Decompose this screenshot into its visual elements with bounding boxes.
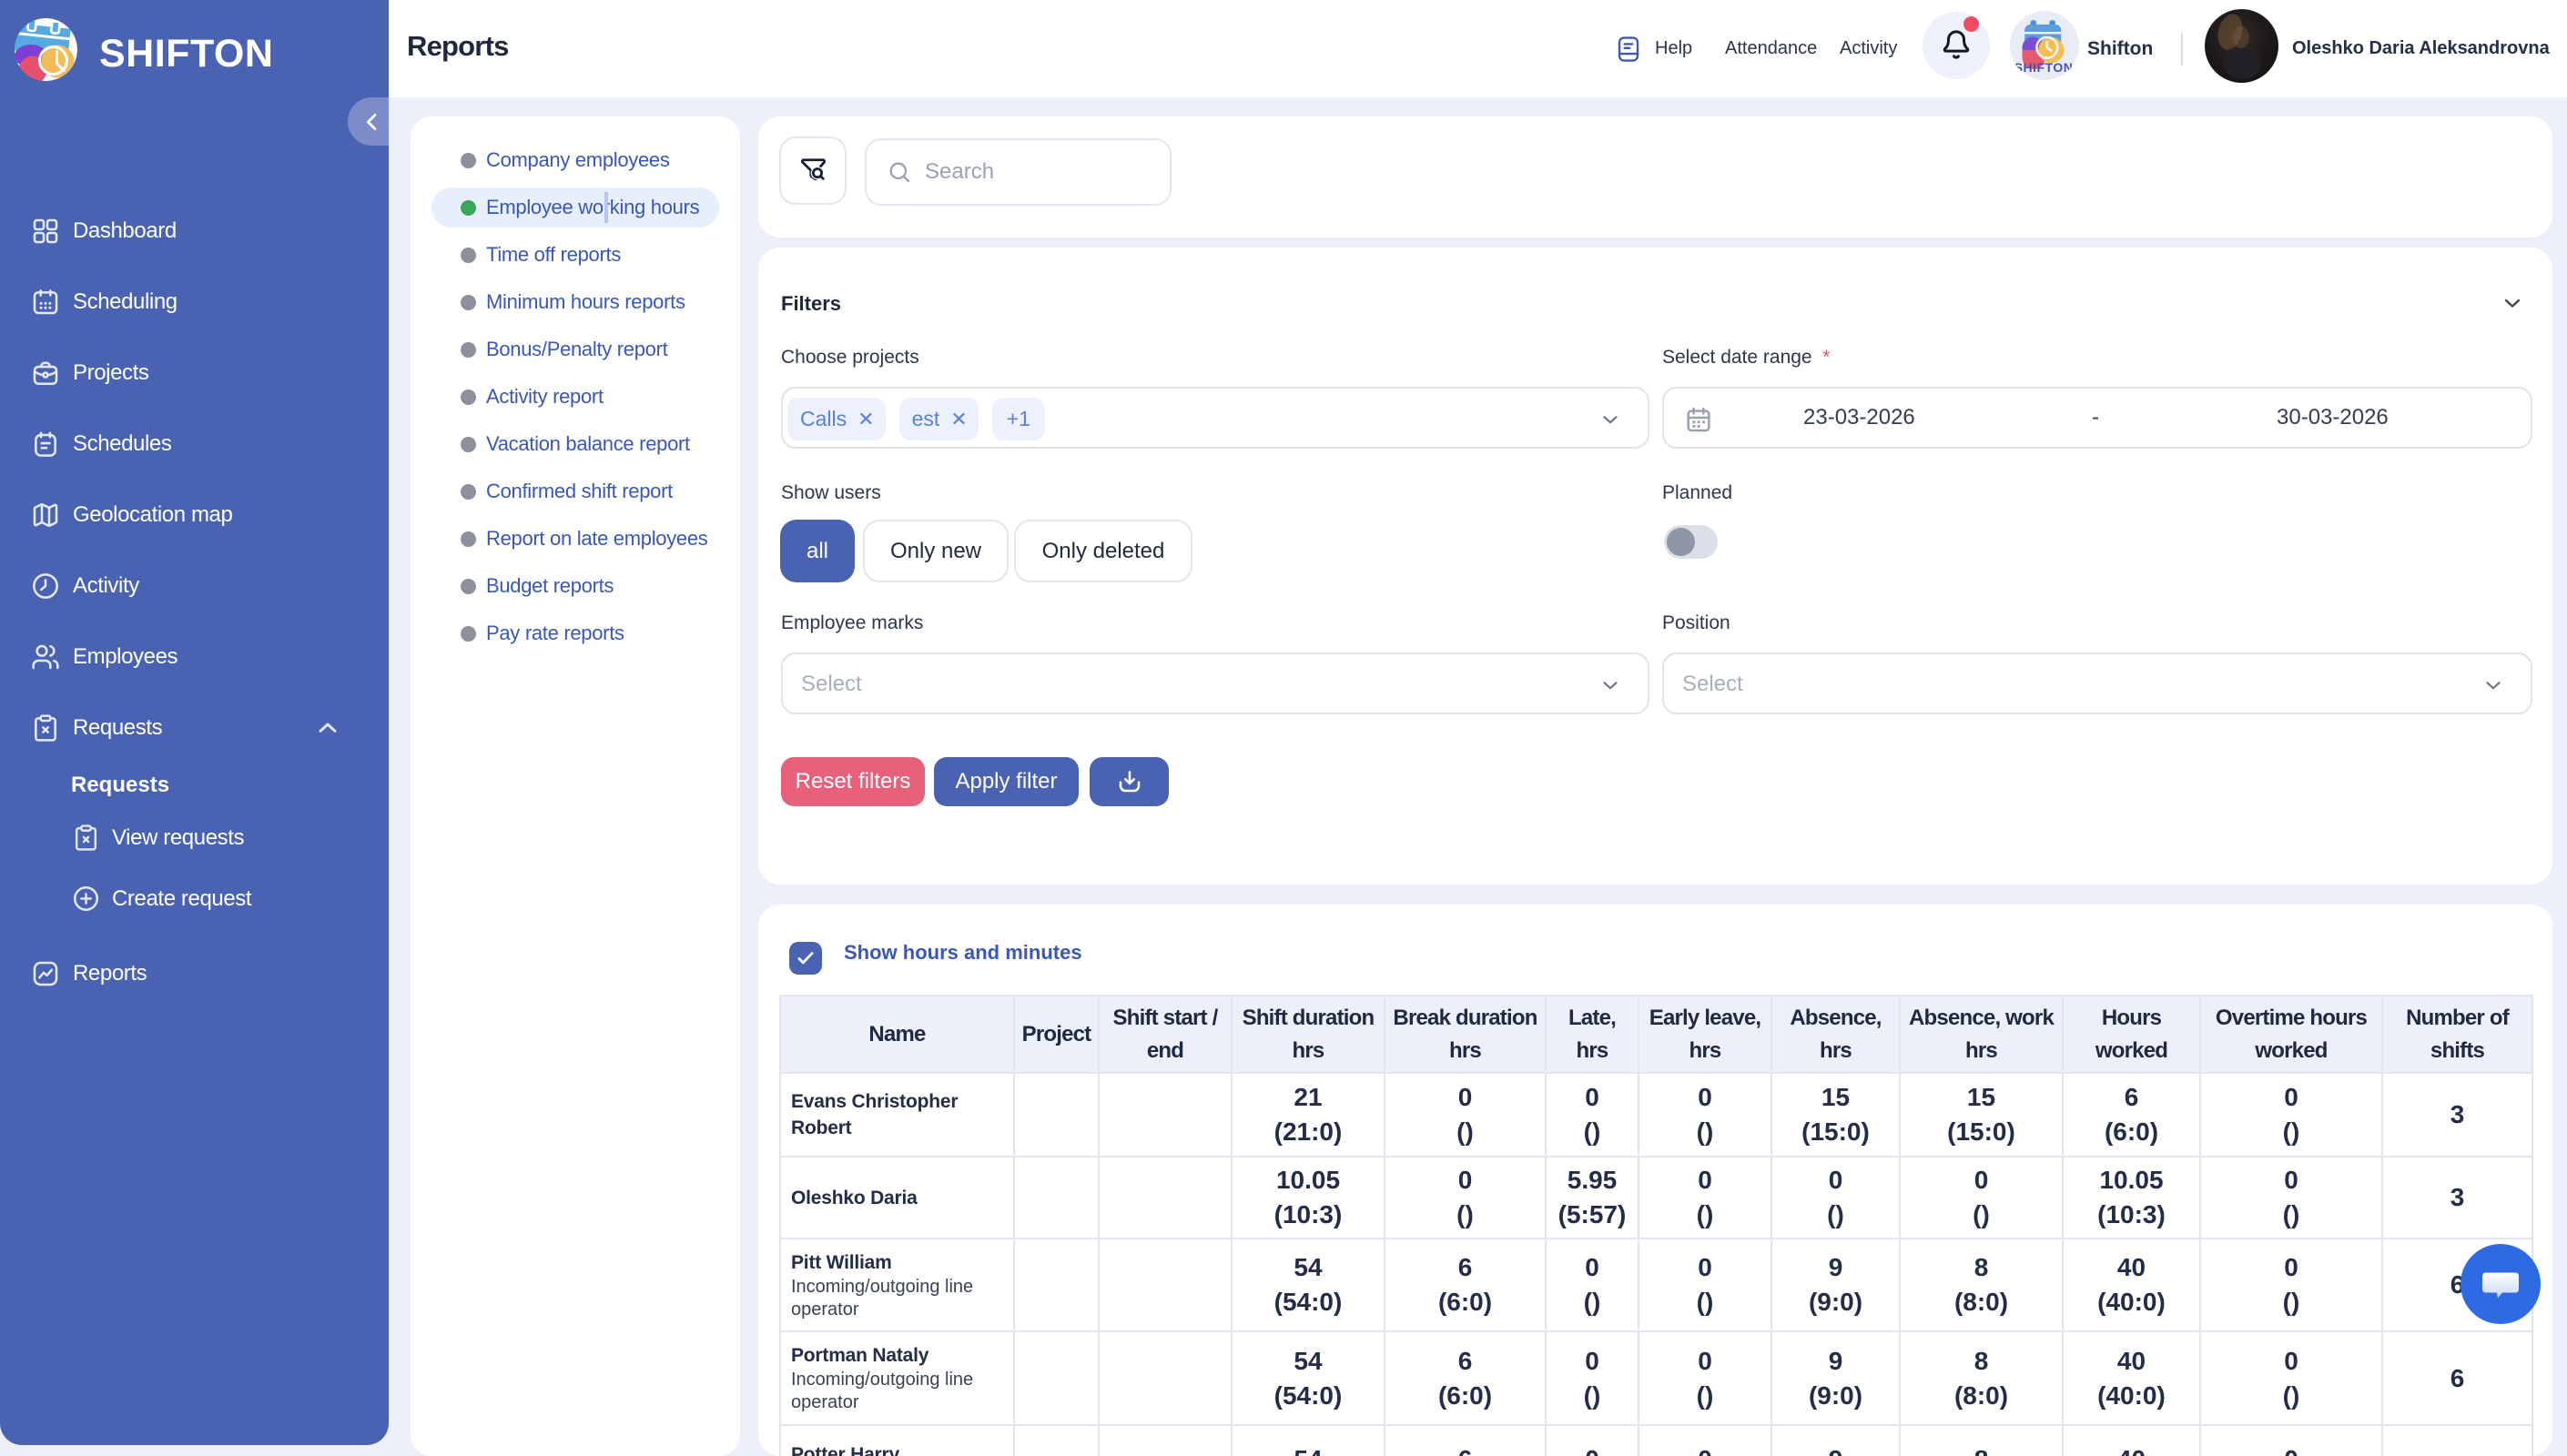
- svg-text:SHIFTON: SHIFTON: [2014, 60, 2074, 75]
